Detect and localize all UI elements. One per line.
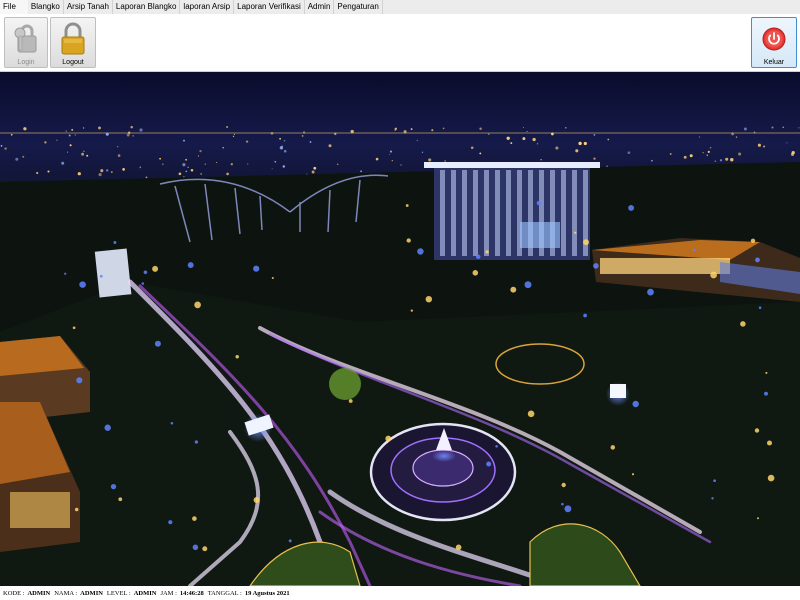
menu-bar: File Blangko Arsip Tanah Laporan Blangko… xyxy=(0,0,800,14)
status-kode-value: ADMIN xyxy=(27,589,51,597)
status-nama-value: ADMIN xyxy=(80,589,103,597)
status-tanggal-label: TANGGAL : xyxy=(207,589,242,597)
tab-arsip-tanah[interactable]: Arsip Tanah xyxy=(64,0,113,14)
power-icon xyxy=(759,22,789,56)
exit-label: Keluar xyxy=(763,59,785,66)
status-level-value: ADMIN xyxy=(133,589,157,597)
status-bar: KODE : ADMIN NAMA : ADMIN LEVEL : ADMIN … xyxy=(0,586,800,600)
status-jam-label: JAM : xyxy=(160,589,177,597)
padlock-icon xyxy=(58,22,88,56)
tab-admin[interactable]: Admin xyxy=(305,0,335,14)
tab-laporan-blangko[interactable]: Laporan Blangko xyxy=(113,0,181,14)
menu-file[interactable]: File xyxy=(0,0,28,14)
tab-laporan-verifikasi[interactable]: Laporan Verifikasi xyxy=(234,0,305,14)
login-label: Login xyxy=(17,59,35,66)
tab-pengaturan[interactable]: Pengaturan xyxy=(334,0,383,14)
logout-button[interactable]: Logout xyxy=(50,17,96,68)
status-tanggal-value: 19 Agustus 2021 xyxy=(244,589,290,597)
ribbon-toolbar: Login Logout Keluar xyxy=(0,14,800,72)
status-jam-value: 14:46:28 xyxy=(179,589,204,597)
key-lock-icon xyxy=(11,22,41,56)
status-level-label: LEVEL : xyxy=(106,589,131,597)
exit-button[interactable]: Keluar xyxy=(751,17,797,68)
tab-laporan-arsip[interactable]: laporan Arsip xyxy=(180,0,235,14)
city-night-background-image xyxy=(0,72,800,586)
status-nama-label: NAMA : xyxy=(54,589,78,597)
logout-label: Logout xyxy=(62,59,84,66)
status-kode-label: KODE : xyxy=(3,589,25,597)
tab-blangko[interactable]: Blangko xyxy=(28,0,64,14)
login-button[interactable]: Login xyxy=(4,17,48,68)
